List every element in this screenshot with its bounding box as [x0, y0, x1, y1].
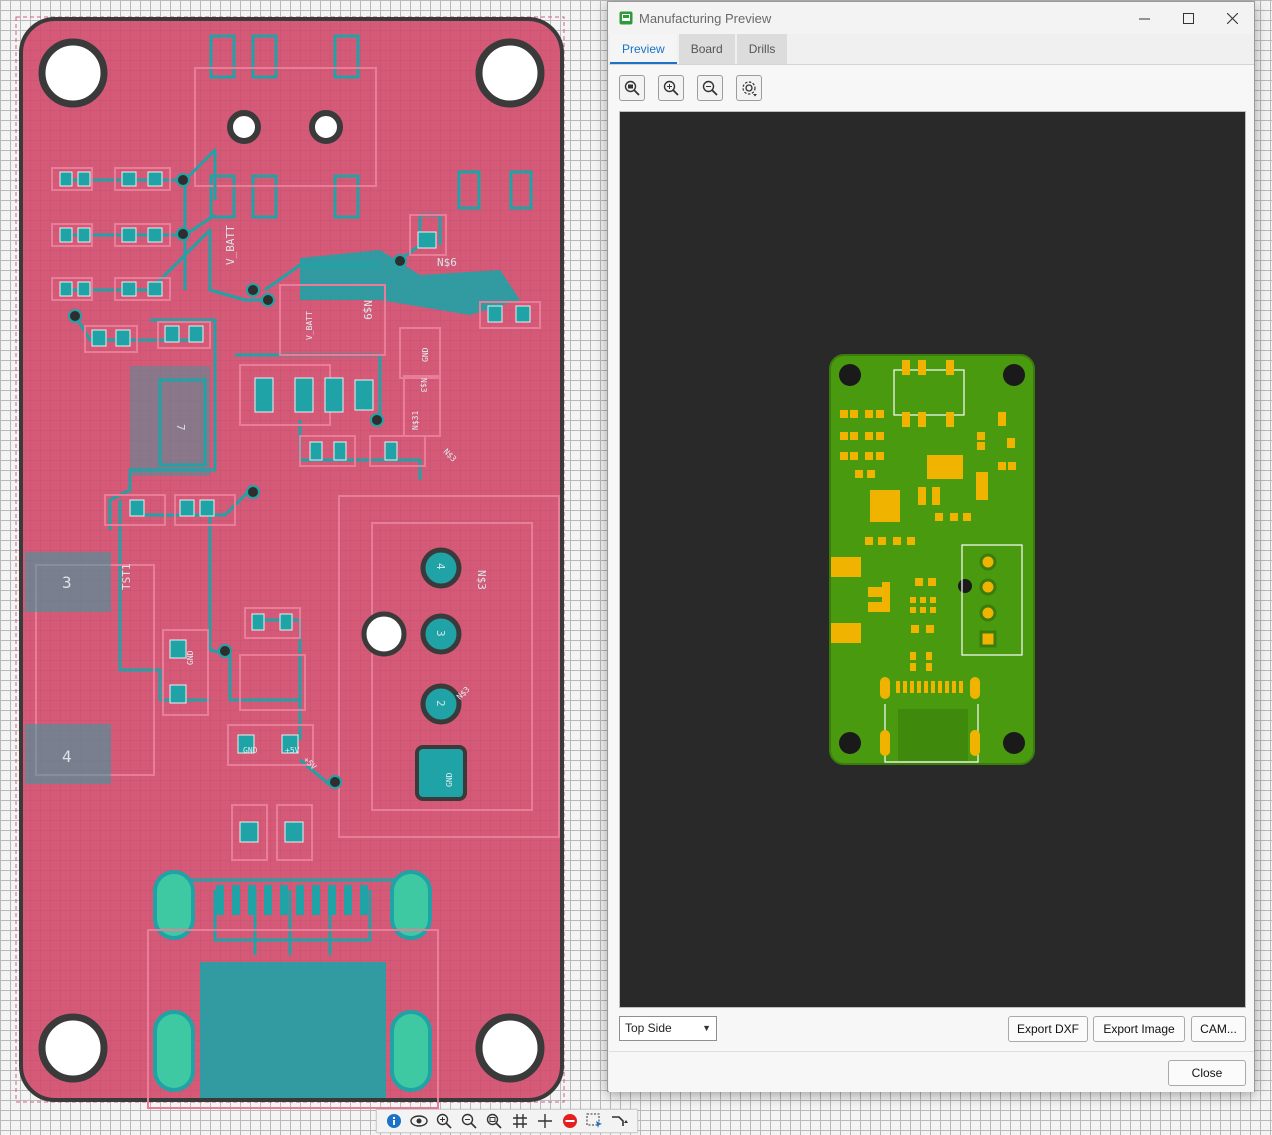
zoom-fit-icon[interactable] [484, 1111, 504, 1131]
eye-icon[interactable] [409, 1111, 429, 1131]
label-gnd-b: GND [186, 650, 195, 665]
label-v-batt-2: V_BATT [305, 311, 314, 340]
label-pin-2: 2 [434, 700, 447, 707]
label-ns3-d: N$3 [419, 378, 428, 393]
maximize-icon [1182, 12, 1194, 24]
preview-panel: Top Side ▼ Export DXF Export Image CAM..… [609, 64, 1254, 1092]
zoom-in-icon[interactable] [434, 1111, 454, 1131]
mounting-hole [38, 38, 108, 108]
close-button[interactable]: Close [1168, 1060, 1246, 1086]
mounting-hole [475, 1013, 545, 1083]
stop-icon[interactable] [560, 1111, 580, 1131]
minimize-icon [1138, 18, 1150, 19]
zoom-fit-icon [624, 80, 640, 96]
label-ns3-b: N$3 [475, 570, 488, 590]
label-pad-3: 3 [62, 573, 72, 592]
zoom-out-icon[interactable] [459, 1111, 479, 1131]
export-image-button[interactable]: Export Image [1093, 1016, 1185, 1042]
cam-button[interactable]: CAM... [1191, 1016, 1246, 1042]
zoom-fit-button[interactable] [619, 75, 645, 101]
label-gnd-d: GND [445, 772, 454, 787]
title-bar[interactable]: Manufacturing Preview [608, 2, 1254, 34]
label-pin-4: 4 [434, 563, 447, 570]
mounting-hole [38, 1013, 108, 1083]
preview-toolbar [619, 75, 775, 101]
app-icon [619, 11, 633, 25]
label-v-batt: V_BATT [224, 225, 237, 265]
label-pad-7: 7 [174, 424, 187, 431]
settings-icon [742, 81, 757, 97]
zoom-out-icon [702, 80, 718, 96]
settings-button[interactable] [736, 75, 762, 101]
label-tst1: TST1 [120, 564, 133, 591]
footer-divider [609, 1051, 1254, 1052]
crosshair-icon[interactable] [535, 1111, 555, 1131]
close-window-button[interactable] [1210, 2, 1254, 34]
manufacturing-preview-window: Manufacturing Preview Preview Board Dril… [607, 1, 1255, 1092]
label-ns31: N$31 [411, 411, 420, 430]
label-ns6: N$6 [437, 256, 457, 269]
tab-drills[interactable]: Drills [736, 34, 788, 64]
zoom-out-button[interactable] [697, 75, 723, 101]
chevron-down-icon: ▼ [702, 1023, 711, 1033]
label-gnd-a: GND [421, 347, 430, 362]
side-select-value: Top Side [625, 1021, 672, 1035]
canvas-toolbar [376, 1109, 638, 1133]
label-plus5v-a: +5V [285, 746, 300, 755]
maximize-button[interactable] [1166, 2, 1210, 34]
label-pad-4: 4 [62, 747, 72, 766]
mounting-hole [475, 38, 545, 108]
label-ns9: N$9 [361, 300, 374, 320]
board-preview [829, 354, 1035, 765]
label-gnd-c: GND [243, 746, 258, 755]
close-icon [1226, 12, 1238, 24]
zoom-in-icon [663, 80, 679, 96]
label-pin-3: 3 [434, 630, 447, 637]
preview-viewport[interactable] [619, 111, 1246, 1008]
pcb-editor-canvas[interactable]: V_BATT V_BATT N$6 N$9 N$31 N$3 N$3 N$3 N… [0, 0, 606, 1110]
pcb-layout-drawing[interactable]: V_BATT V_BATT N$6 N$9 N$31 N$3 N$3 N$3 N… [0, 0, 606, 1110]
minimize-button[interactable] [1122, 2, 1166, 34]
side-select[interactable]: Top Side ▼ [619, 1016, 717, 1041]
info-icon[interactable] [384, 1111, 404, 1131]
tab-board[interactable]: Board [678, 34, 735, 64]
select-icon[interactable] [585, 1111, 605, 1131]
tab-bar: Preview Board Drills [610, 34, 789, 64]
zoom-in-button[interactable] [658, 75, 684, 101]
export-dxf-button[interactable]: Export DXF [1008, 1016, 1088, 1042]
tab-preview[interactable]: Preview [610, 34, 677, 64]
grid-icon[interactable] [510, 1111, 530, 1131]
route-icon[interactable] [610, 1111, 630, 1131]
window-title: Manufacturing Preview [639, 11, 772, 26]
